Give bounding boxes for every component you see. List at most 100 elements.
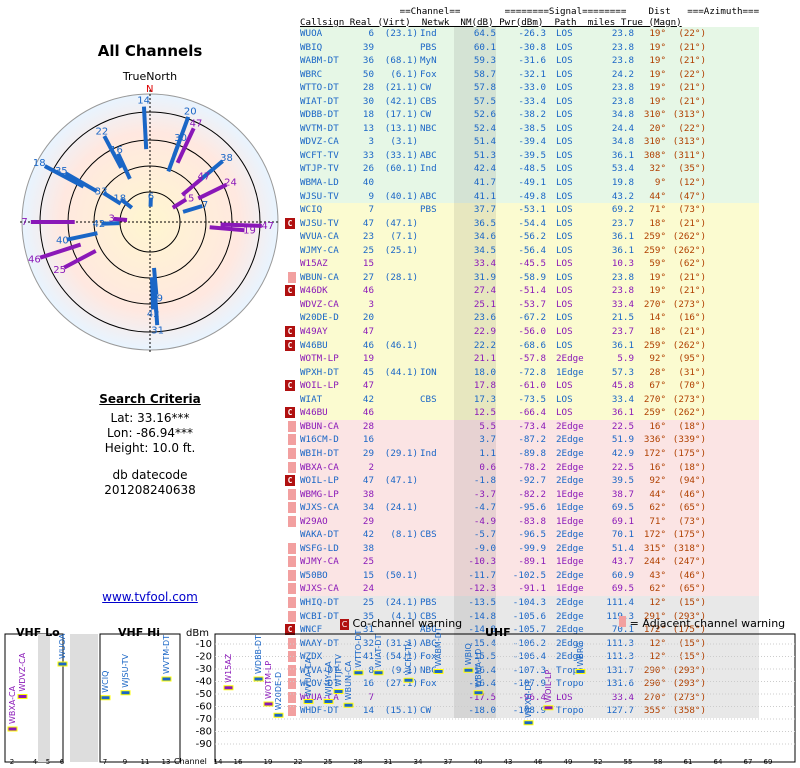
cell-dist: 53.4	[611, 163, 634, 175]
adjacent-warning-icon	[288, 542, 296, 554]
polar-label: 42	[147, 309, 160, 320]
cell-real: 46	[362, 339, 374, 351]
cell-real: 18	[362, 109, 374, 121]
spectrum-bar	[120, 690, 131, 696]
cell-true: 71°	[649, 515, 666, 527]
table-row: WJXS-CA 34 (24.1) -4.7 -95.6 1Edge 69.5 62° (65°…	[288, 501, 760, 515]
spectrum-bar-label: WOTM-LP	[264, 661, 273, 699]
channel-tick-label: 34	[414, 758, 423, 766]
spectrum-bar	[575, 669, 586, 674]
tvfool-link[interactable]: www.tvfool.com	[0, 590, 300, 604]
dbdate-label: db datecode	[112, 468, 188, 482]
cell-path: LOS	[556, 339, 573, 351]
table-row: C WJSU-TV 47 (47.1) 36.5 -54.4 LOS 23.7 18° (21°)	[285, 216, 760, 231]
cell-dist: 51.4	[611, 542, 634, 554]
spectrum-bar-label: WABM-DT	[434, 627, 443, 666]
co-channel-warning-icon: C	[285, 380, 295, 392]
cell-path: LOS	[556, 244, 573, 256]
cell-dist: 111.4	[606, 596, 634, 608]
cell-net: MyN	[420, 55, 437, 67]
cell-nm: 22.9	[454, 325, 496, 339]
cell-nm: 52.4	[454, 121, 496, 136]
channel-tick-label: 46	[534, 758, 543, 766]
spectrum-bar	[273, 712, 284, 718]
table-header-line1: ==Channel== ========Signal======== Dist …	[300, 6, 760, 17]
cell-true: 92°	[649, 353, 666, 365]
search-criteria-heading: Search Criteria	[99, 392, 201, 406]
cell-real: 29	[362, 447, 374, 459]
cell-path: LOS	[556, 163, 573, 175]
polar-spoke	[141, 106, 149, 150]
spectrum-bar	[473, 690, 484, 696]
cell-path: 1Edge	[556, 583, 584, 595]
cell-magn: (339°)	[672, 434, 706, 446]
cell-true: 19°	[649, 82, 666, 94]
spectrum-bar-label: WTTO-DT	[354, 630, 363, 668]
cell-cs: WOIL-LP	[300, 380, 339, 392]
table-row: WJMY-CA 25 (25.1) 34.5 -56.4 LOS 36.1 259° (262°…	[300, 243, 760, 258]
cell-real: 45	[362, 366, 374, 378]
cell-magn: (21°)	[678, 271, 706, 283]
cell-path: 2Edge	[556, 461, 584, 473]
cell-true: 244°	[643, 556, 666, 568]
cell-cs: W29AO	[300, 515, 328, 527]
channel-tick-label: 19	[264, 758, 273, 766]
cell-true: 18°	[649, 326, 666, 338]
cell-magn: (18°)	[678, 461, 706, 473]
co-channel-warning-icon: C	[285, 339, 295, 351]
cell-real: 6	[368, 28, 374, 39]
table-row: W20DE-D 20 23.6 -67.2 LOS 21.5 14° (16°)	[300, 311, 760, 326]
cell-nm: 57.8	[454, 81, 496, 95]
cell-pwr: -102.5	[512, 569, 546, 581]
channel-tick-label: 2	[10, 758, 14, 766]
cell-true: 19°	[649, 28, 666, 39]
cell-nm: 12.5	[454, 406, 496, 420]
spectrum-bar-label: WBXA-CA	[8, 685, 17, 724]
cell-magn: (262°)	[672, 339, 706, 351]
cell-real: 47	[362, 380, 374, 392]
cell-nm: 58.7	[454, 67, 496, 82]
spectrum-bar-label: W20DE-D	[274, 672, 283, 710]
cell-net: Ind	[420, 163, 437, 175]
cell-real: 16	[362, 434, 374, 446]
cell-dist: 38.7	[611, 488, 634, 500]
cell-nm: 33.4	[454, 257, 496, 271]
cell-true: 9°	[654, 177, 666, 189]
cell-dist: 34.8	[611, 109, 634, 121]
table-row: WUOA 6 (23.1) Ind 64.5 -26.3 LOS 23.8 19° (22°)	[300, 27, 760, 41]
table-row: WCIQ 7 PBS 37.7 -53.1 LOS 69.2 71° (73°)	[300, 203, 760, 217]
adjacent-warning-icon	[288, 271, 296, 283]
cell-cs: WBUN-CA	[300, 420, 339, 432]
cell-true: 172°	[643, 529, 666, 541]
cell-nm: 17.8	[454, 379, 496, 393]
table-row: WBRC 50 (6.1) Fox 58.7 -32.1 LOS 24.2 19° (22°)	[300, 67, 760, 82]
cell-path: LOS	[556, 204, 573, 216]
cell-net: NBC	[420, 122, 437, 134]
polar-label: 15	[182, 193, 195, 204]
cell-cs: WJMY-CA	[300, 556, 339, 568]
cell-pwr: -82.2	[518, 488, 546, 500]
cell-magn: (175°)	[672, 529, 706, 541]
cell-virt: (17.1)	[384, 109, 418, 121]
cell-pwr: -45.5	[518, 258, 546, 270]
uhf-box	[214, 633, 796, 763]
cell-net: PBS	[420, 596, 437, 608]
cell-real: 3	[368, 136, 374, 148]
cell-magn: (273°)	[672, 298, 706, 310]
table-row: WBMG-LP 38 -3.7 -82.2 1Edge 38.7 44° (46°)	[288, 487, 760, 502]
uhf-label: UHF	[485, 626, 511, 639]
cell-real: 27	[362, 271, 374, 283]
cell-true: 172°	[643, 447, 666, 459]
cell-magn: (70°)	[678, 380, 706, 392]
cell-pwr: -91.1	[518, 583, 546, 595]
cell-path: 2Edge	[556, 542, 584, 554]
channel-tick-label: 67	[744, 758, 753, 766]
spectrum-bar-label: WBIQ	[464, 643, 473, 665]
channel-tick-label: 40	[474, 758, 483, 766]
cell-virt: (8.1)	[390, 529, 418, 541]
cell-nm: 37.7	[454, 203, 496, 217]
cell-pwr: -73.5	[518, 393, 546, 405]
cell-pwr: -49.1	[518, 177, 546, 189]
cell-true: 259°	[643, 231, 666, 243]
cell-magn: (313°)	[672, 109, 706, 121]
